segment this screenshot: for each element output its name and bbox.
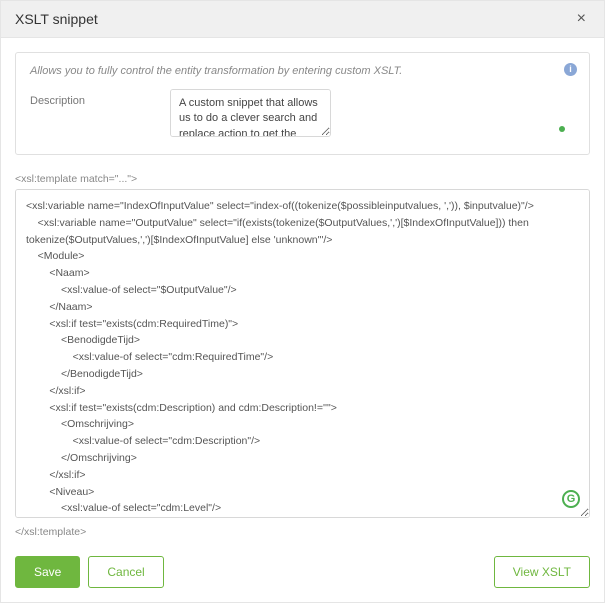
dialog-body: i Allows you to fully control the entity… [1,38,604,542]
status-dot-icon [559,126,565,132]
description-input[interactable] [170,89,331,137]
template-open-tag: <xsl:template match="..."> [15,173,590,185]
info-panel: i Allows you to fully control the entity… [15,52,590,155]
description-label: Description [30,89,162,107]
xslt-snippet-dialog: XSLT snippet × i Allows you to fully con… [0,0,605,603]
dialog-title: XSLT snippet [15,11,98,27]
save-button[interactable]: Save [15,556,80,588]
description-row: Description [30,89,575,142]
dialog-footer: Save Cancel View XSLT [1,542,604,602]
cancel-button[interactable]: Cancel [88,556,163,588]
template-close-tag: </xsl:template> [15,526,590,538]
view-xslt-button[interactable]: View XSLT [494,556,590,588]
info-hint-text: Allows you to fully control the entity t… [30,65,575,77]
code-wrapper: G [15,189,590,518]
close-button[interactable]: × [573,11,590,27]
description-wrapper [170,89,575,142]
info-icon[interactable]: i [564,63,577,76]
xslt-code-input[interactable] [15,189,590,518]
dialog-header: XSLT snippet × [1,1,604,38]
grammarly-icon[interactable]: G [562,490,580,508]
